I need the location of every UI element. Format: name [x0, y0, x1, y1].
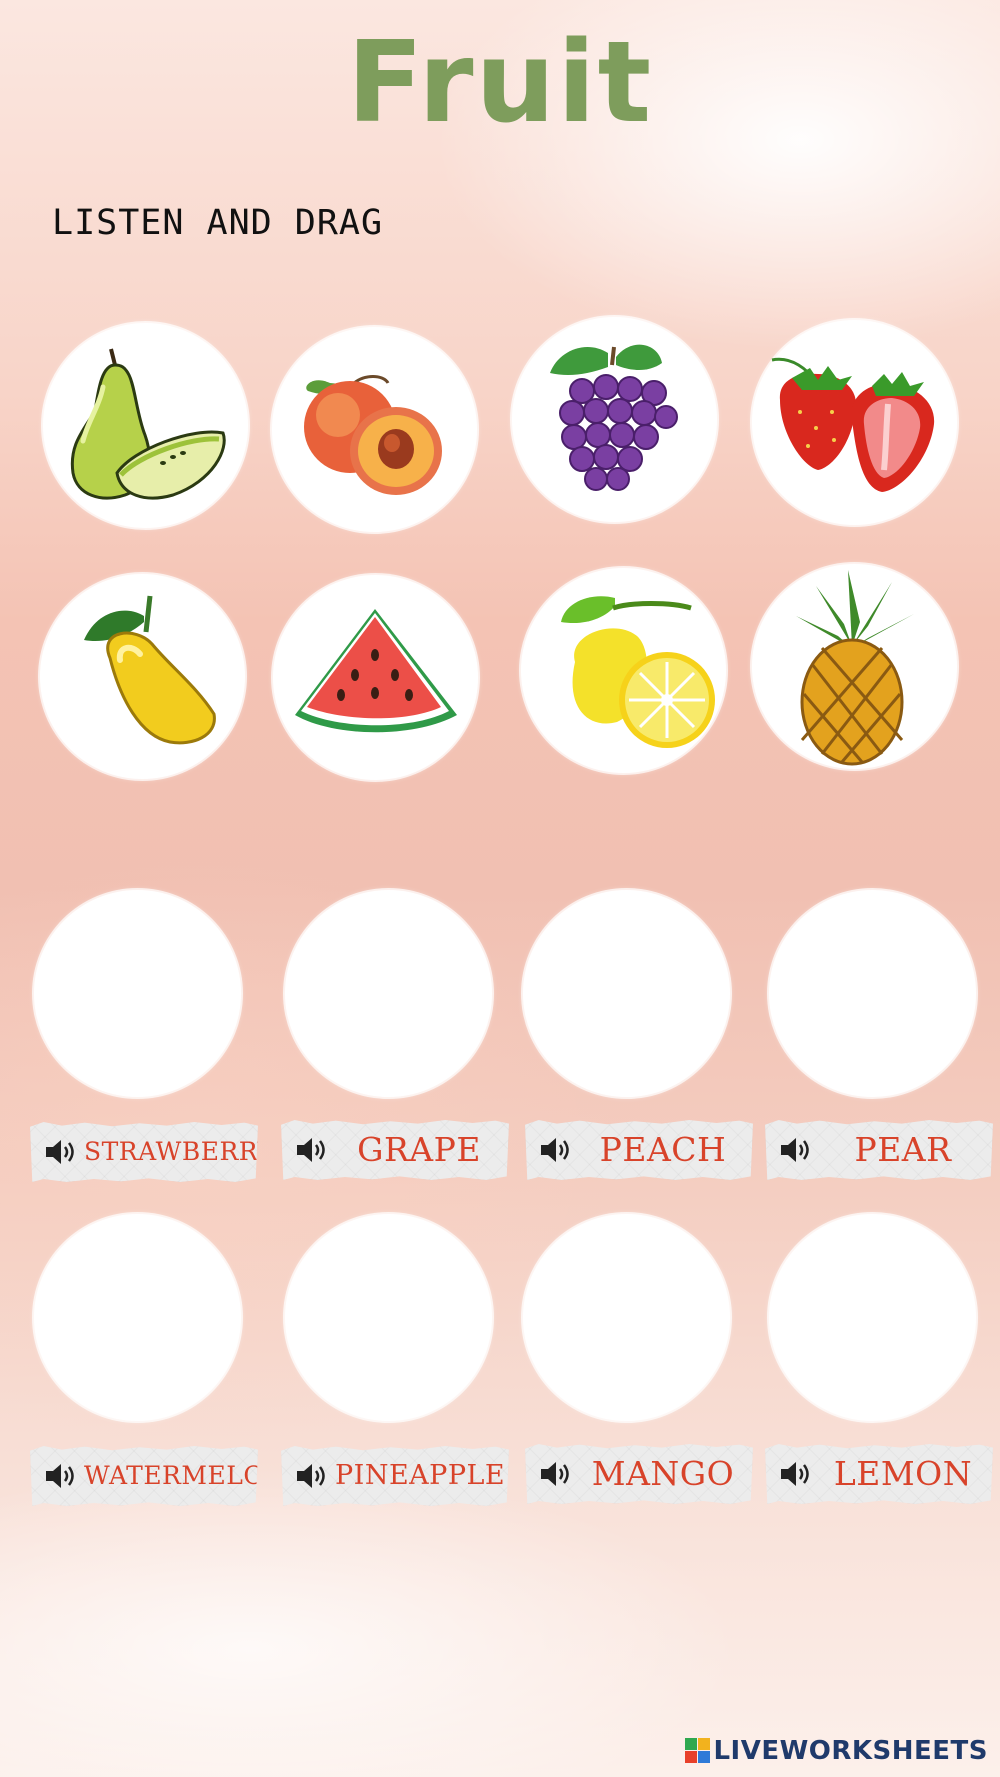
- label-text: PEACH: [599, 1130, 727, 1169]
- word-label-lemon: LEMON: [765, 1444, 993, 1504]
- fruit-card-peach[interactable]: [272, 327, 477, 532]
- watermelon-icon: [295, 609, 457, 733]
- drop-zone-6[interactable]: [285, 1214, 492, 1421]
- fruit-card-watermelon[interactable]: [273, 575, 478, 780]
- brand-logo-icon: [685, 1738, 711, 1763]
- drop-zone-3[interactable]: [523, 890, 730, 1097]
- mango-icon: [84, 595, 216, 745]
- brand-name: LIVEWORKSHEETS: [713, 1736, 988, 1766]
- page-title: Fruit: [346, 18, 654, 148]
- peach-icon: [304, 375, 442, 495]
- label-text: PINEAPPLE: [335, 1460, 506, 1491]
- word-label-pineapple: PINEAPPLE: [281, 1446, 509, 1506]
- drop-zone-7[interactable]: [523, 1214, 730, 1421]
- label-text: MANGO: [591, 1454, 735, 1493]
- word-label-watermelon: WATERMELON: [30, 1446, 258, 1506]
- label-text: LEMON: [833, 1454, 973, 1493]
- word-label-grape: GRAPE: [281, 1120, 509, 1180]
- liveworksheets-logo[interactable]: LIVEWORKSHEETS: [685, 1735, 988, 1767]
- fruit-card-mango[interactable]: [40, 574, 245, 779]
- grapes-icon: [550, 344, 678, 491]
- drop-zone-8[interactable]: [769, 1214, 976, 1421]
- word-label-mango: MANGO: [525, 1444, 753, 1504]
- fruit-card-pear[interactable]: [43, 323, 248, 528]
- pineapple-icon: [796, 570, 914, 766]
- label-text: GRAPE: [357, 1130, 481, 1169]
- lemon-icon: [561, 596, 715, 748]
- fruit-card-lemon[interactable]: [521, 568, 726, 773]
- drop-zone-5[interactable]: [34, 1214, 241, 1421]
- drop-zone-2[interactable]: [285, 890, 492, 1097]
- word-label-pear: PEAR: [765, 1120, 993, 1180]
- speaker-icon[interactable]: [295, 1136, 331, 1164]
- speaker-icon[interactable]: [779, 1136, 815, 1164]
- word-label-peach: PEACH: [525, 1120, 753, 1180]
- fruit-card-pineapple[interactable]: [752, 564, 957, 769]
- drop-zone-1[interactable]: [34, 890, 241, 1097]
- speaker-icon[interactable]: [539, 1460, 575, 1488]
- speaker-icon[interactable]: [539, 1136, 575, 1164]
- speaker-icon[interactable]: [295, 1462, 331, 1490]
- label-text: STRAWBERRY: [84, 1137, 275, 1166]
- speaker-icon[interactable]: [779, 1460, 815, 1488]
- speaker-icon[interactable]: [44, 1138, 80, 1166]
- speaker-icon[interactable]: [44, 1462, 80, 1490]
- drop-zone-4[interactable]: [769, 890, 976, 1097]
- label-text: WATERMELON: [84, 1461, 287, 1490]
- strawberry-icon: [771, 357, 935, 492]
- word-label-strawberry: STRAWBERRY: [30, 1122, 258, 1182]
- fruit-card-grapes[interactable]: [512, 317, 717, 522]
- label-text: PEAR: [854, 1130, 952, 1169]
- pear-icon: [70, 348, 226, 500]
- fruit-card-strawberry[interactable]: [752, 320, 957, 525]
- instruction-text: LISTEN AND DRAG: [52, 203, 384, 243]
